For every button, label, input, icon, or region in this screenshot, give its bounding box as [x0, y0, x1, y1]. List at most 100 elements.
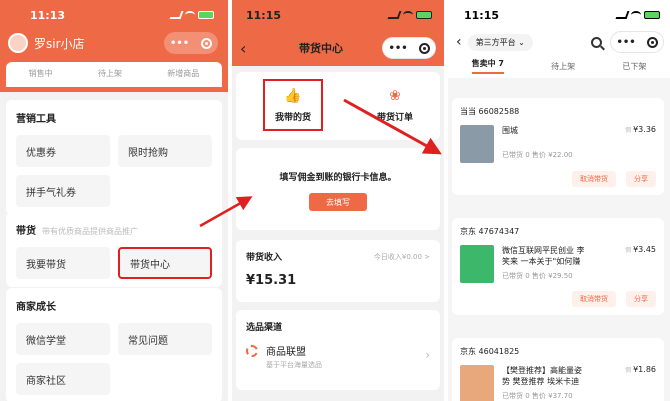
cancel-goods-button[interactable]: 取消带货	[572, 171, 616, 187]
marketing-section: 营销工具 优惠券 限时抢购 拼手气礼券	[6, 100, 222, 215]
chevron-down-icon: ⌄	[518, 37, 525, 47]
my-goods-label: 我带的货	[274, 113, 311, 123]
nav-bar: ‹ 带货中心 •••	[232, 30, 444, 66]
orders-label: 带货订单	[376, 113, 413, 123]
avatar[interactable]	[8, 33, 28, 53]
shop-line: 京东 46041825	[460, 347, 520, 356]
cancel-goods-button[interactable]: 取消带货	[572, 291, 616, 307]
commission-tag: 佣	[625, 247, 632, 254]
miniapp-capsule[interactable]: •••	[382, 37, 436, 59]
page-title: 带货中心	[299, 42, 343, 55]
product-name[interactable]: 【樊登推荐】高能量姿势 樊登推荐 埃米卡迪	[502, 365, 586, 387]
product-cover[interactable]	[460, 365, 494, 401]
shop-panel: 11:13 罗sir小店 ••• 销售中 待上架 新增商品 营销工具 优惠券 限…	[0, 0, 228, 401]
status-time: 11:15	[246, 8, 282, 22]
platform-label: 第三方平台	[475, 37, 516, 47]
goods-section: 带货 带有优质商品提供商品推广 我要带货 带货中心	[6, 212, 222, 287]
status-time: 11:13	[30, 8, 66, 22]
back-icon[interactable]: ‹	[240, 39, 260, 58]
status-item[interactable]: 待上架	[98, 68, 122, 79]
income-title: 带货收入	[246, 253, 283, 263]
battery-icon	[198, 11, 214, 19]
status-bar: 11:15	[232, 0, 444, 30]
commission-tag: 佣	[625, 367, 632, 374]
channel-sub: 基于平台海量选品	[266, 361, 322, 369]
product-meta: 已带货 0 售价 ¥29.50	[502, 272, 573, 280]
product-name[interactable]: 微信互联网平民创业 李笑来 一本关于"如何赚	[502, 245, 586, 267]
status-bar: 11:13	[0, 0, 228, 30]
faq-tile[interactable]: 常见问题	[118, 323, 212, 355]
status-item[interactable]: 销售中	[29, 68, 53, 79]
function-card: 👍 我带的货 ❀ 带货订单	[236, 72, 440, 140]
product-cover[interactable]	[460, 245, 494, 283]
share-button[interactable]: 分享	[626, 291, 656, 307]
lucky-coupon-tile[interactable]: 拼手气礼券	[16, 175, 110, 207]
section-title: 带货 带有优质商品提供商品推广	[16, 222, 212, 237]
thumb-up-icon: 👍	[284, 88, 302, 104]
shop-name: 罗sir小店	[34, 36, 85, 51]
goods-orders-button[interactable]: ❀ 带货订单	[377, 87, 413, 123]
product-name[interactable]: 围城	[502, 125, 586, 136]
product-price: ¥3.36	[633, 125, 656, 134]
share-button[interactable]: 分享	[626, 171, 656, 187]
more-icon[interactable]: •••	[388, 43, 407, 54]
miniapp-capsule[interactable]: •••	[610, 31, 664, 53]
wifi-icon	[403, 11, 413, 19]
search-icon[interactable]	[591, 36, 602, 48]
income-value: ¥15.31	[246, 273, 297, 288]
product-meta: 已带货 0 售价 ¥37.70	[502, 392, 573, 400]
today-income-link[interactable]: 今日收入¥0.00 >	[374, 252, 430, 262]
fill-bank-button[interactable]: 去填写	[309, 193, 367, 211]
channel-card: 选品渠道 商品联盟 基于平台海量选品 ›	[236, 310, 440, 390]
close-miniapp-icon[interactable]	[646, 36, 658, 48]
tab-selling[interactable]: 售卖中 7	[471, 58, 504, 74]
status-item[interactable]: 新增商品	[167, 68, 199, 79]
channel-title: 选品渠道	[246, 323, 283, 333]
nav-bar: ‹ 第三方平台 ⌄ •••	[448, 30, 670, 54]
chevron-right-icon[interactable]: ›	[425, 348, 430, 362]
back-icon[interactable]: ‹	[456, 34, 462, 50]
product-price: ¥1.86	[633, 365, 656, 374]
product-card: 当当 66082588 围城 已带货 0 售价 ¥22.00 佣 ¥3.36 取消…	[452, 98, 664, 195]
product-price: ¥3.45	[633, 245, 656, 254]
want-to-sell-tile[interactable]: 我要带货	[16, 247, 110, 279]
product-card: 京东 47674347 微信互联网平民创业 李笑来 一本关于"如何赚 已带货 0…	[452, 218, 664, 315]
growth-section: 商家成长 微信学堂 常见问题 商家社区	[6, 288, 222, 401]
status-tabs: 售卖中 7 待上架 已下架	[448, 54, 670, 78]
battery-icon	[644, 11, 660, 19]
close-miniapp-icon[interactable]	[201, 37, 213, 49]
flash-sale-tile[interactable]: 限时抢购	[118, 135, 212, 167]
wechat-school-tile[interactable]: 微信学堂	[16, 323, 110, 355]
my-goods-button[interactable]: 👍 我带的货	[262, 79, 323, 131]
coupon-tile[interactable]: 优惠券	[16, 135, 110, 167]
channel-item[interactable]: 商品联盟	[236, 333, 440, 358]
signal-icon	[615, 11, 630, 19]
my-goods-panel: 11:15 ‹ 第三方平台 ⌄ ••• 售卖中 7 待上架 已下架 当当 660…	[448, 0, 670, 401]
product-meta: 已带货 0 售价 ¥22.00	[502, 151, 573, 159]
channel-name: 商品联盟	[266, 347, 306, 358]
product-cover[interactable]	[460, 125, 494, 163]
goods-title: 带货	[16, 226, 36, 237]
alliance-icon	[246, 344, 258, 357]
miniapp-capsule[interactable]: •••	[164, 32, 218, 54]
goods-center-tile[interactable]: 带货中心	[118, 247, 212, 279]
goods-center-panel: 11:15 ‹ 带货中心 ••• 👍 我带的货 ❀ 带货订单 填写佣金到账的银行…	[232, 0, 444, 401]
signal-icon	[387, 11, 402, 19]
platform-select[interactable]: 第三方平台 ⌄	[467, 33, 533, 51]
merchant-community-tile[interactable]: 商家社区	[16, 363, 110, 395]
bank-card-notice: 填写佣金到账的银行卡信息。 去填写	[236, 148, 440, 230]
shop-bar: 罗sir小店 •••	[0, 30, 228, 56]
bank-text: 填写佣金到账的银行卡信息。	[279, 173, 397, 183]
more-icon[interactable]: •••	[170, 38, 189, 49]
tab-offline[interactable]: 已下架	[622, 61, 646, 72]
more-icon[interactable]: •••	[616, 37, 635, 48]
section-title: 商家成长	[16, 302, 56, 313]
status-bar: 11:15	[448, 0, 670, 30]
wifi-icon	[185, 11, 195, 19]
shop-line: 京东 47674347	[460, 227, 520, 236]
goods-hint: 带有优质商品提供商品推广	[42, 227, 138, 236]
status-time: 11:15	[464, 8, 500, 22]
tab-pending[interactable]: 待上架	[551, 61, 575, 72]
close-miniapp-icon[interactable]	[418, 42, 430, 54]
orders-icon: ❀	[389, 88, 401, 104]
